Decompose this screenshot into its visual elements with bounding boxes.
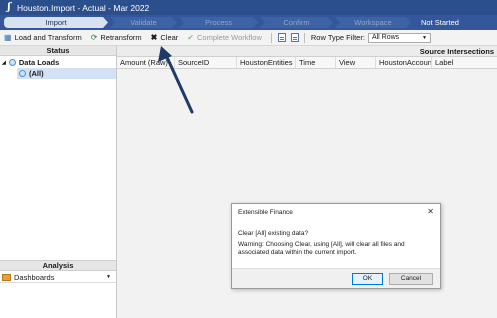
refresh-icon: ⟳ bbox=[90, 32, 98, 42]
clear-x-icon: ✖ bbox=[150, 32, 158, 42]
app-logo-icon: ʃ bbox=[7, 2, 11, 13]
cancel-button[interactable]: Cancel bbox=[389, 273, 433, 285]
tree-child-label: (All) bbox=[29, 69, 44, 78]
status-circle-icon bbox=[19, 70, 26, 77]
workflow-status-text: Not Started bbox=[421, 18, 459, 27]
step-validate[interactable]: Validate bbox=[110, 17, 177, 28]
toolbar-separator bbox=[303, 32, 305, 43]
retransform-button[interactable]: ⟳ Retransform bbox=[91, 33, 142, 42]
ok-button[interactable]: OK bbox=[352, 273, 383, 285]
complete-workflow-label: Complete Workflow bbox=[197, 33, 262, 42]
dialog-footer: OK Cancel bbox=[232, 268, 440, 288]
window-title: Houston.Import - Actual - Mar 2022 bbox=[17, 2, 150, 13]
grid-column-headers: Amount (Raw) SourceID HoustonEntities Ti… bbox=[117, 57, 497, 69]
step-process[interactable]: Process bbox=[179, 17, 258, 28]
row-type-filter-select[interactable]: All Rows ▼ bbox=[367, 32, 431, 43]
chevron-down-icon: ▼ bbox=[421, 34, 427, 41]
tree-expand-icon[interactable]: ◢ bbox=[2, 60, 6, 66]
step-import[interactable]: Import bbox=[4, 17, 108, 28]
tree-root-label: Data Loads bbox=[18, 58, 60, 67]
chevron-down-icon: ▼ bbox=[106, 274, 111, 280]
dialog-warning: Warning: Choosing Clear, using [All], wi… bbox=[238, 241, 405, 256]
tree-item-all[interactable]: (All) bbox=[17, 68, 116, 79]
analysis-header: Analysis bbox=[0, 260, 116, 271]
toolbar-separator bbox=[270, 32, 272, 43]
document-icon[interactable] bbox=[277, 33, 286, 42]
clear-confirmation-dialog: Extensible Finance ✕ Clear [All] existin… bbox=[231, 203, 441, 289]
step-workspace[interactable]: Workspace bbox=[335, 17, 411, 28]
dashboard-folder-icon bbox=[2, 273, 11, 281]
status-circle-icon bbox=[8, 59, 16, 66]
row-type-filter-value: All Rows bbox=[371, 34, 400, 41]
retransform-label: Retransform bbox=[100, 33, 142, 42]
col-amount-raw[interactable]: Amount (Raw) bbox=[117, 57, 175, 68]
complete-workflow-button[interactable]: ✔ Complete Workflow bbox=[187, 33, 262, 42]
table-load-icon: ▦ bbox=[4, 32, 12, 42]
left-panel: Status ◢ Data Loads (All) Analysis Dashb… bbox=[0, 46, 117, 318]
dashboards-label: Dashboards bbox=[14, 272, 55, 282]
row-type-filter-label: Row Type Filter: bbox=[310, 33, 365, 42]
window-titlebar: ʃ Houston.Import - Actual - Mar 2022 bbox=[0, 0, 497, 15]
close-icon[interactable]: ✕ bbox=[427, 207, 434, 216]
col-label[interactable]: Label bbox=[432, 57, 497, 68]
col-view[interactable]: View bbox=[336, 57, 376, 68]
document-list-icon[interactable] bbox=[290, 33, 299, 42]
dashboards-dropdown[interactable]: Dashboards ▼ bbox=[0, 272, 116, 283]
source-intersections-header: Source Intersections bbox=[117, 46, 497, 57]
col-houston-account[interactable]: HoustonAccount bbox=[376, 57, 432, 68]
tree-item-data-loads[interactable]: ◢ Data Loads bbox=[2, 58, 59, 67]
toolbar: ▦ Load and Transform ⟳ Retransform ✖ Cle… bbox=[0, 30, 497, 46]
clear-button[interactable]: ✖ Clear bbox=[151, 33, 179, 42]
dialog-question: Clear [All] existing data? bbox=[238, 230, 309, 237]
load-transform-button[interactable]: ▦ Load and Transform bbox=[4, 33, 82, 42]
step-confirm[interactable]: Confirm bbox=[260, 17, 333, 28]
load-transform-label: Load and Transform bbox=[14, 33, 82, 42]
checkmark-icon: ✔ bbox=[187, 32, 194, 42]
col-time[interactable]: Time bbox=[296, 57, 336, 68]
col-source-id[interactable]: SourceID bbox=[175, 57, 237, 68]
col-houston-entities[interactable]: HoustonEntities bbox=[237, 57, 296, 68]
clear-label: Clear bbox=[160, 33, 179, 42]
workflow-steps-bar: Import Validate Process Confirm Workspac… bbox=[0, 15, 497, 30]
status-header: Status bbox=[0, 46, 116, 56]
dialog-title: Extensible Finance bbox=[238, 209, 293, 216]
